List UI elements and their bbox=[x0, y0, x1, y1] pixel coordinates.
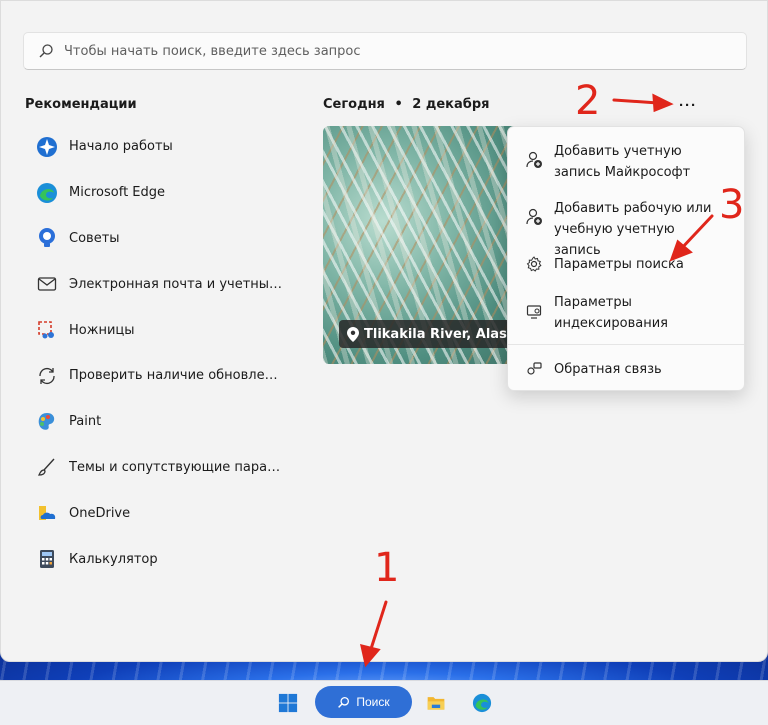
tips-icon bbox=[35, 226, 59, 250]
rec-item-label: OneDrive bbox=[69, 505, 131, 521]
windows-start-icon[interactable] bbox=[272, 688, 304, 718]
rec-item-tips[interactable]: Советы bbox=[23, 216, 293, 262]
rec-item-update[interactable]: Проверить наличие обновлен... bbox=[23, 353, 293, 399]
rec-item-mail[interactable]: Электронная почта и учетные ... bbox=[23, 261, 293, 307]
onedrive-icon bbox=[35, 501, 59, 525]
menu-item-feedback[interactable]: Обратная связь bbox=[512, 359, 740, 380]
rec-item-calculator[interactable]: Калькулятор bbox=[23, 536, 293, 582]
location-pin-icon bbox=[347, 326, 359, 342]
today-header: Сегодня • 2 декабря bbox=[323, 97, 490, 112]
menu-item-indexing[interactable]: Параметры индексирования bbox=[512, 292, 740, 334]
today-label: Сегодня bbox=[323, 97, 385, 112]
rec-item-label: Темы и сопутствующие парам... bbox=[69, 459, 284, 475]
calculator-icon bbox=[35, 547, 59, 571]
indexing-icon bbox=[524, 302, 544, 322]
add-work-account-icon bbox=[524, 207, 544, 227]
menu-separator bbox=[508, 344, 744, 345]
more-options-button[interactable]: ··· bbox=[673, 93, 701, 117]
mail-icon bbox=[35, 272, 59, 296]
edge-icon[interactable] bbox=[466, 688, 498, 718]
rec-item-label: Электронная почта и учетные ... bbox=[69, 276, 284, 292]
recommendations-title: Рекомендации bbox=[25, 97, 137, 112]
today-separator: • bbox=[394, 97, 403, 112]
rec-item-label: Калькулятор bbox=[69, 551, 158, 567]
menu-item-label: Добавить учетную запись Майкрософт bbox=[554, 144, 691, 180]
rec-item-edge[interactable]: Microsoft Edge bbox=[23, 170, 293, 216]
photo-caption-text: Tlikakila River, Alaska bbox=[364, 326, 517, 342]
rec-item-onedrive[interactable]: OneDrive bbox=[23, 490, 293, 536]
menu-item-label: Параметры поиска bbox=[554, 257, 684, 272]
menu-item-add-work-account[interactable]: Добавить рабочую или учебную учетную зап… bbox=[512, 198, 740, 261]
menu-item-search-settings[interactable]: Параметры поиска bbox=[512, 254, 740, 275]
options-menu: Добавить учетную запись Майкрософт Добав… bbox=[507, 126, 745, 391]
paint-icon bbox=[35, 410, 59, 434]
feedback-icon bbox=[524, 359, 544, 379]
rec-item-label: Проверить наличие обновлен... bbox=[69, 368, 284, 384]
file-explorer-icon[interactable] bbox=[420, 688, 452, 718]
brush-icon bbox=[35, 455, 59, 479]
get-started-icon bbox=[35, 135, 59, 159]
add-account-icon bbox=[524, 150, 544, 170]
menu-item-label: Добавить рабочую или учебную учетную зап… bbox=[554, 201, 712, 258]
rec-item-paint[interactable]: Paint bbox=[23, 399, 293, 445]
photo-caption[interactable]: Tlikakila River, Alaska bbox=[339, 320, 517, 348]
menu-item-label: Параметры индексирования bbox=[554, 295, 668, 331]
rec-item-label: Начало работы bbox=[69, 139, 173, 155]
settings-gear-icon bbox=[524, 254, 544, 274]
rec-item-snipping[interactable]: Ножницы bbox=[23, 307, 293, 353]
update-icon bbox=[35, 364, 59, 388]
search-icon bbox=[338, 696, 350, 708]
snipping-tool-icon bbox=[35, 318, 59, 342]
taskbar-search-button[interactable]: Поиск bbox=[315, 686, 412, 718]
annotation-number-1: 1 bbox=[374, 545, 400, 591]
search-icon bbox=[39, 44, 53, 58]
rec-item-label: Microsoft Edge bbox=[69, 185, 166, 201]
edge-icon bbox=[35, 181, 59, 205]
search-box[interactable] bbox=[23, 32, 747, 70]
rec-item-label: Советы bbox=[69, 230, 120, 246]
search-input[interactable] bbox=[62, 42, 746, 60]
recommendations-list: Начало работы Microsoft Edge Советы Элек… bbox=[23, 124, 293, 582]
today-date: 2 декабря bbox=[412, 97, 490, 112]
rec-item-label: Paint bbox=[69, 414, 102, 430]
menu-item-add-account[interactable]: Добавить учетную запись Майкрософт bbox=[512, 141, 740, 183]
rec-item-themes[interactable]: Темы и сопутствующие парам... bbox=[23, 445, 293, 491]
rec-item-get-started[interactable]: Начало работы bbox=[23, 124, 293, 170]
rec-item-label: Ножницы bbox=[69, 322, 135, 338]
menu-item-label: Обратная связь bbox=[554, 362, 662, 377]
taskbar-search-label: Поиск bbox=[356, 695, 390, 709]
annotation-number-3: 3 bbox=[719, 182, 745, 228]
annotation-number-2: 2 bbox=[575, 78, 601, 124]
